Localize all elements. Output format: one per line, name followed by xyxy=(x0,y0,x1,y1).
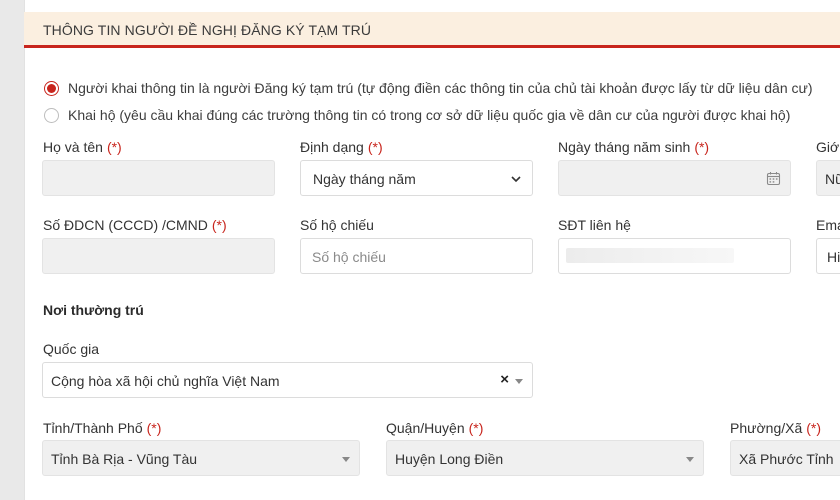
format-select-value: Ngày tháng năm xyxy=(313,171,416,187)
id-number-label: Số ĐDCN (CCCD) /CMND (*) xyxy=(43,217,227,233)
passport-label: Số hộ chiếu xyxy=(300,217,374,233)
format-select[interactable]: Ngày tháng năm xyxy=(300,160,533,196)
ward-label: Phường/Xã (*) xyxy=(730,420,822,436)
radio-proxy[interactable] xyxy=(44,107,59,123)
ward-select[interactable]: Xã Phước Tỉnh xyxy=(730,440,840,476)
phone-label: SĐT liên hệ xyxy=(558,217,631,233)
format-label: Định dạng (*) xyxy=(300,139,383,155)
full-name-label: Họ và tên (*) xyxy=(43,139,122,155)
dob-label: Ngày tháng năm sinh (*) xyxy=(558,139,710,155)
district-select[interactable]: Huyện Long Điền xyxy=(386,440,704,476)
passport-input[interactable]: Số hộ chiếu xyxy=(300,238,533,274)
phone-redacted-value xyxy=(566,248,734,263)
gender-value: Nữ xyxy=(825,171,840,187)
email-input[interactable]: Hi xyxy=(816,238,840,274)
gender-select[interactable]: Nữ xyxy=(816,160,840,196)
country-label: Quốc gia xyxy=(43,341,100,357)
province-value: Tỉnh Bà Rịa - Vũng Tàu xyxy=(51,451,198,467)
id-number-input[interactable] xyxy=(42,238,275,274)
caret-down-icon[interactable] xyxy=(342,457,350,462)
section-header: THÔNG TIN NGƯỜI ĐỀ NGHỊ ĐĂNG KÝ TẠM TRÚ xyxy=(24,12,840,48)
clear-icon[interactable]: × xyxy=(500,371,509,388)
section-title: THÔNG TIN NGƯỜI ĐỀ NGHỊ ĐĂNG KÝ TẠM TRÚ xyxy=(43,22,372,38)
chevron-down-icon xyxy=(511,176,521,183)
radio-proxy-label: Khai hộ (yêu cầu khai đúng các trường th… xyxy=(68,107,791,123)
ward-value: Xã Phước Tỉnh xyxy=(739,451,834,467)
radio-self-label: Người khai thông tin là người Đăng ký tạ… xyxy=(68,80,813,96)
country-value: Cộng hòa xã hội chủ nghĩa Việt Nam xyxy=(51,373,280,389)
radio-self[interactable] xyxy=(44,80,59,96)
calendar-icon[interactable] xyxy=(766,171,781,186)
phone-input[interactable] xyxy=(558,238,791,274)
district-label: Quận/Huyện (*) xyxy=(386,420,484,436)
country-select[interactable]: Cộng hòa xã hội chủ nghĩa Việt Nam × xyxy=(42,362,533,398)
gender-label: Giới xyxy=(816,139,840,155)
radio-option-self[interactable]: Người khai thông tin là người Đăng ký tạ… xyxy=(44,80,813,96)
district-value: Huyện Long Điền xyxy=(395,451,504,467)
radio-option-proxy[interactable]: Khai hộ (yêu cầu khai đúng các trường th… xyxy=(44,107,790,123)
full-name-input[interactable] xyxy=(42,160,275,196)
residence-title: Nơi thường trú xyxy=(43,302,144,318)
province-label: Tỉnh/Thành Phố (*) xyxy=(43,420,162,436)
email-value: Hi xyxy=(827,249,840,265)
province-select[interactable]: Tỉnh Bà Rịa - Vũng Tàu xyxy=(42,440,360,476)
caret-down-icon[interactable] xyxy=(686,457,694,462)
passport-placeholder: Số hộ chiếu xyxy=(312,249,386,265)
caret-down-icon[interactable] xyxy=(515,379,523,384)
email-label: Ema xyxy=(816,217,840,233)
dob-input[interactable] xyxy=(558,160,791,196)
